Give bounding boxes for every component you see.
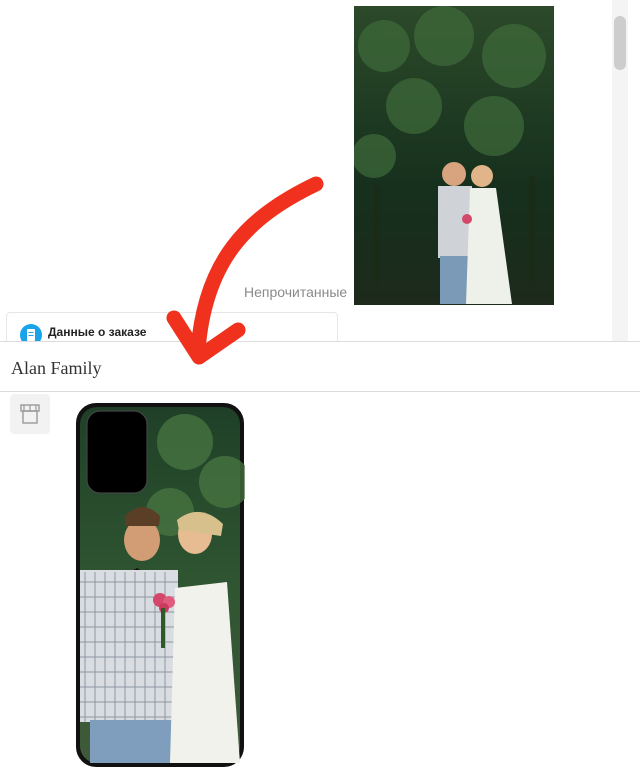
chat-photo[interactable] xyxy=(354,6,554,305)
product-header: Alan Family xyxy=(0,341,640,392)
scrollbar-thumb[interactable] xyxy=(614,16,626,70)
chat-panel: Непрочитанные Данные о заказе xyxy=(0,0,640,345)
product-panel: Alan Family xyxy=(0,341,640,775)
phone-case-image xyxy=(76,403,251,767)
couple-photo-image xyxy=(354,6,554,305)
unread-divider-label: Непрочитанные xyxy=(244,284,348,300)
product-title: Alan Family xyxy=(11,358,102,378)
order-card-title: Данные о заказе xyxy=(48,325,147,339)
chat-scrollbar[interactable] xyxy=(612,0,628,345)
phone-case-preview[interactable] xyxy=(75,402,251,768)
storefront-icon[interactable] xyxy=(10,394,50,434)
